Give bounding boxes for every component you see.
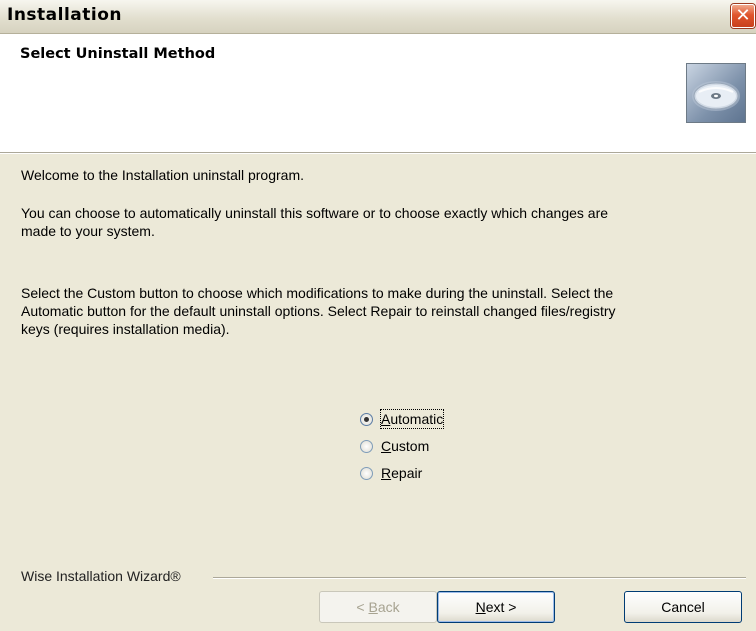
intro-text: You can choose to automatically uninstal… [21, 205, 609, 239]
title-bar[interactable]: Installation ✕ [0, 0, 756, 34]
radio-label-repair[interactable]: Repair [381, 464, 422, 482]
cd-disc-icon [686, 63, 746, 123]
cancel-button[interactable]: Cancel [624, 591, 742, 623]
radio-label-custom[interactable]: Custom [381, 437, 429, 455]
instructions-text: Select the Custom button to choose which… [21, 285, 616, 337]
close-button[interactable]: ✕ [731, 4, 755, 28]
header-separator [0, 152, 756, 154]
radio-button-automatic[interactable] [360, 413, 373, 426]
close-icon: ✕ [735, 5, 751, 26]
radio-label-automatic[interactable]: Automatic [379, 409, 445, 429]
window-title: Installation [7, 5, 123, 25]
footer-separator [213, 577, 746, 579]
radio-button-custom[interactable] [360, 440, 373, 453]
welcome-text: Welcome to the Installation uninstall pr… [21, 167, 304, 183]
page-title: Select Uninstall Method [20, 46, 216, 62]
next-button[interactable]: Next > [437, 591, 555, 623]
radio-button-repair[interactable] [360, 467, 373, 480]
back-button[interactable]: < Back [319, 591, 437, 623]
wizard-brand-label: Wise Installation Wizard® [21, 568, 181, 584]
